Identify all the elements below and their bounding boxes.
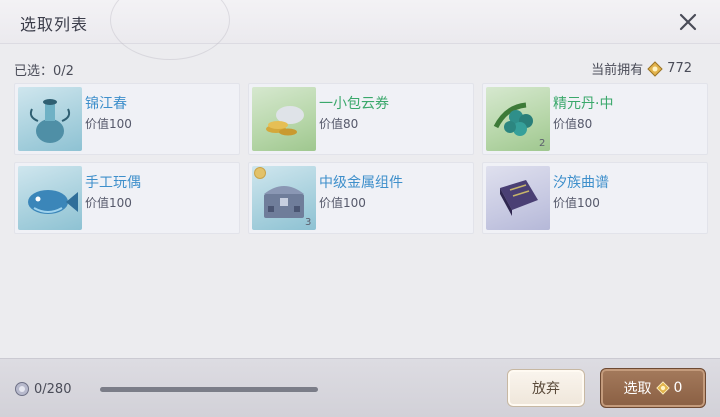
owned-value: 772 — [667, 61, 692, 76]
item-thumbnail — [18, 166, 82, 230]
item-thumbnail — [252, 87, 316, 151]
capacity-progress-bar — [100, 387, 318, 392]
item-value: 价值80 — [553, 117, 593, 131]
item-card[interactable]: 3 中级金属组件 价值100 — [248, 162, 474, 234]
item-thumbnail — [18, 87, 82, 151]
item-thumbnail — [486, 166, 550, 230]
item-name: 锦江春 — [85, 96, 127, 112]
item-name: 手工玩偶 — [85, 175, 141, 191]
owned-label: 当前拥有 — [591, 63, 644, 78]
item-card[interactable]: 一小包云券 价值80 — [248, 83, 474, 155]
item-value: 价值100 — [85, 196, 132, 210]
cancel-button[interactable]: 放弃 — [507, 369, 585, 407]
close-icon — [679, 13, 697, 31]
item-value: 价值80 — [319, 117, 359, 131]
selected-count: 已选：0/2 — [14, 64, 74, 79]
header-decoration — [110, 0, 230, 60]
item-quantity: 2 — [539, 138, 546, 149]
confirm-label: 选取 — [623, 381, 652, 397]
item-card[interactable]: 锦江春 价值100 — [14, 83, 240, 155]
item-card[interactable]: 2 精元丹·中 价值80 — [482, 83, 708, 155]
item-name: 一小包云券 — [319, 96, 389, 112]
book-icon — [500, 180, 538, 216]
dialog-footer: 0/280 放弃 选取 0 — [0, 358, 720, 417]
close-button[interactable] — [676, 10, 700, 34]
item-name: 汐族曲谱 — [553, 175, 609, 191]
item-value: 价值100 — [319, 196, 366, 210]
item-name: 精元丹·中 — [553, 96, 614, 112]
item-card[interactable]: 手工玩偶 价值100 — [14, 162, 240, 234]
coin-icon — [655, 381, 670, 395]
dialog-title: 选取列表 — [20, 15, 89, 34]
capacity-value: 0/280 — [34, 381, 72, 397]
item-name: 中级金属组件 — [319, 175, 403, 191]
item-quantity: 3 — [305, 217, 312, 228]
vase-icon — [29, 99, 71, 143]
owned-currency: 当前拥有 772 — [591, 59, 692, 78]
item-card[interactable]: 汐族曲谱 价值100 — [482, 162, 708, 234]
coin-pouch-icon — [266, 106, 304, 136]
item-value: 价值100 — [553, 196, 600, 210]
item-value: 价值100 — [85, 117, 132, 131]
confirm-value: 0 — [673, 380, 683, 396]
confirm-button[interactable]: 选取 0 — [600, 368, 706, 408]
capacity-count: 0/280 — [14, 381, 71, 397]
fish-toy-icon — [28, 190, 78, 214]
rarity-badge — [254, 167, 266, 179]
coin-icon — [647, 60, 663, 77]
dialog-header: 选取列表 — [0, 0, 720, 60]
orb-icon — [15, 382, 29, 396]
